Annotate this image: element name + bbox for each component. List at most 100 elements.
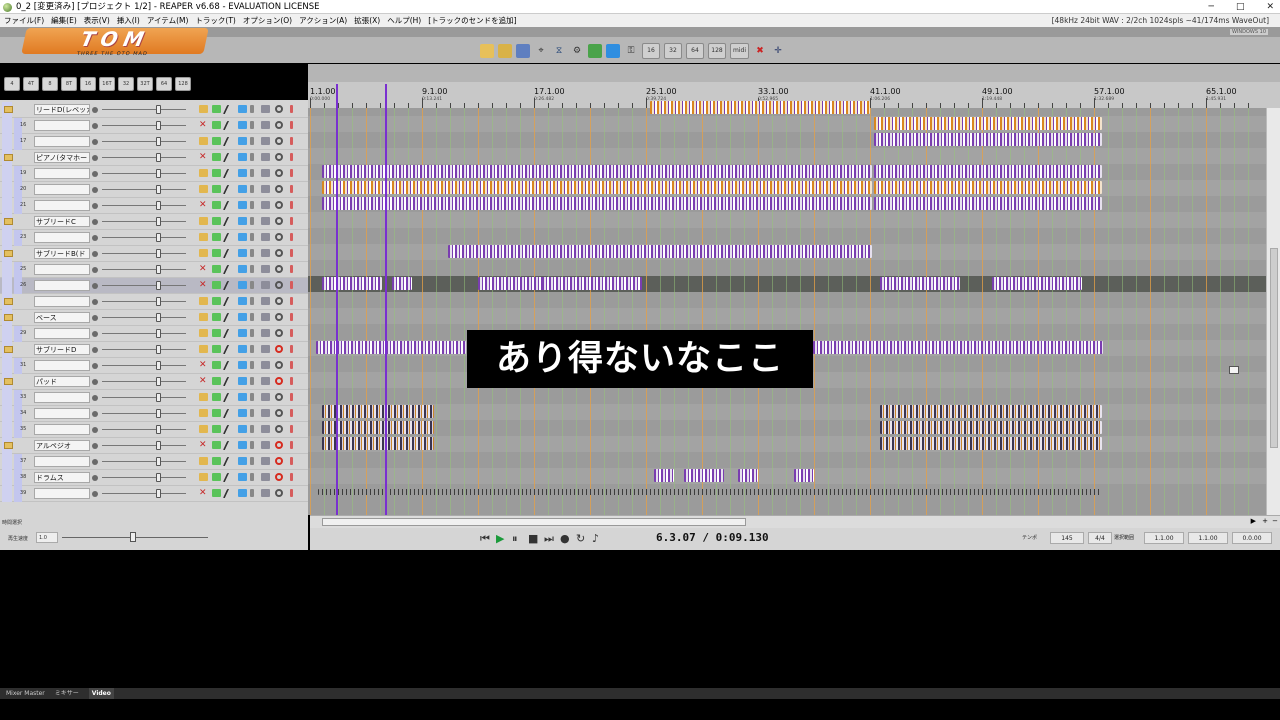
- track-row[interactable]: 31 ✕: [0, 358, 308, 374]
- envelope-icon[interactable]: [222, 409, 236, 418]
- selection-end[interactable]: 1.1.00: [1188, 532, 1228, 544]
- envelope-icon[interactable]: [222, 489, 236, 498]
- fx-icon[interactable]: [212, 153, 221, 161]
- route-icon[interactable]: [261, 153, 270, 161]
- route-icon[interactable]: [261, 233, 270, 241]
- track-row[interactable]: 35: [0, 422, 308, 438]
- track-name-field[interactable]: [34, 392, 90, 403]
- fx-icon[interactable]: [212, 217, 221, 225]
- track-row[interactable]: ピアノ(タマホー ✕: [0, 150, 308, 166]
- record-arm-icon[interactable]: [275, 457, 283, 465]
- record-arm-icon[interactable]: [275, 297, 283, 305]
- track-name-field[interactable]: アルペジオ: [34, 440, 90, 451]
- grid-division-button[interactable]: 16: [80, 77, 96, 91]
- route-icon[interactable]: [261, 249, 270, 257]
- envelope-icon[interactable]: [222, 361, 236, 370]
- metronome-toggle-icon[interactable]: ♪: [592, 532, 599, 545]
- record-arm-icon[interactable]: [275, 441, 283, 449]
- pan-knob[interactable]: [92, 475, 98, 481]
- volume-fader-thumb[interactable]: [156, 489, 161, 498]
- midi-button[interactable]: midi: [730, 43, 749, 59]
- grid-64-button[interactable]: 64: [686, 43, 704, 59]
- record-arm-icon[interactable]: [275, 473, 283, 481]
- volume-fader-thumb[interactable]: [156, 249, 161, 258]
- fx-icon[interactable]: [212, 489, 221, 497]
- io-icon[interactable]: [238, 489, 247, 497]
- media-item[interactable]: [874, 181, 1102, 194]
- route-icon[interactable]: [261, 265, 270, 273]
- io-icon[interactable]: [238, 313, 247, 321]
- lock-icon[interactable]: ⚿: [624, 44, 638, 58]
- fx-icon[interactable]: [212, 233, 221, 241]
- envelope-icon[interactable]: [222, 393, 236, 402]
- volume-fader-thumb[interactable]: [156, 105, 161, 114]
- io-icon[interactable]: [238, 233, 247, 241]
- route-icon[interactable]: [261, 441, 270, 449]
- io-icon[interactable]: [238, 185, 247, 193]
- volume-fader[interactable]: [102, 381, 186, 382]
- menu-options[interactable]: オプション(O): [243, 14, 292, 27]
- record-arm-icon[interactable]: [275, 377, 283, 385]
- folder-icon[interactable]: [4, 250, 13, 257]
- route-icon[interactable]: [261, 201, 270, 209]
- fx-icon[interactable]: [212, 377, 221, 385]
- volume-fader[interactable]: [102, 333, 186, 334]
- repeat-icon[interactable]: ↻: [576, 532, 585, 545]
- volume-fader[interactable]: [102, 349, 186, 350]
- pan-knob[interactable]: [92, 139, 98, 145]
- track-name-field[interactable]: [34, 168, 90, 179]
- record-arm-icon[interactable]: [275, 489, 283, 497]
- delete-icon[interactable]: ✖: [753, 44, 767, 58]
- volume-fader[interactable]: [102, 157, 186, 158]
- fx-bypass-icon[interactable]: ✕: [199, 489, 208, 498]
- media-item[interactable]: [684, 469, 724, 482]
- open-project-icon[interactable]: [498, 44, 512, 58]
- folder-route-icon[interactable]: [199, 457, 208, 465]
- envelope-icon[interactable]: [222, 105, 236, 114]
- track-row[interactable]: リードD(レベッカ: [0, 102, 308, 118]
- fx-icon[interactable]: [212, 425, 221, 433]
- media-item[interactable]: [880, 277, 960, 290]
- phase-icon[interactable]: [290, 121, 293, 129]
- volume-fader[interactable]: [102, 445, 186, 446]
- pan-knob[interactable]: [92, 203, 98, 209]
- fx-icon[interactable]: [212, 249, 221, 257]
- menu-edit[interactable]: 編集(E): [51, 14, 77, 27]
- volume-fader-thumb[interactable]: [156, 345, 161, 354]
- folder-icon[interactable]: [4, 298, 13, 305]
- track-name-field[interactable]: ベース: [34, 312, 90, 323]
- route-icon[interactable]: [261, 409, 270, 417]
- route-icon[interactable]: [261, 121, 270, 129]
- io-icon[interactable]: [238, 121, 247, 129]
- track-row[interactable]: サブリードC: [0, 214, 308, 230]
- menu-item[interactable]: アイテム(M): [147, 14, 189, 27]
- pan-knob[interactable]: [92, 443, 98, 449]
- io-icon[interactable]: [238, 425, 247, 433]
- pan-knob[interactable]: [92, 459, 98, 465]
- folder-route-icon[interactable]: [199, 297, 208, 305]
- media-item[interactable]: [448, 245, 872, 258]
- track-name-field[interactable]: [34, 328, 90, 339]
- envelope-icon[interactable]: [222, 297, 236, 306]
- io-icon[interactable]: [238, 457, 247, 465]
- record-arm-icon[interactable]: [275, 121, 283, 129]
- phase-icon[interactable]: [290, 201, 293, 209]
- track-row[interactable]: 20: [0, 182, 308, 198]
- pan-knob[interactable]: [92, 363, 98, 369]
- track-name-field[interactable]: [34, 456, 90, 467]
- record-arm-icon[interactable]: [275, 169, 283, 177]
- fx-icon[interactable]: [212, 409, 221, 417]
- media-item[interactable]: [874, 165, 1102, 178]
- record-arm-icon[interactable]: [275, 137, 283, 145]
- volume-fader-thumb[interactable]: [156, 217, 161, 226]
- phase-icon[interactable]: [290, 249, 293, 257]
- track-name-field[interactable]: [34, 136, 90, 147]
- route-icon[interactable]: [261, 185, 270, 193]
- phase-icon[interactable]: [290, 457, 293, 465]
- track-name-field[interactable]: [34, 408, 90, 419]
- media-item[interactable]: [542, 277, 642, 290]
- volume-fader-thumb[interactable]: [156, 409, 161, 418]
- grid-16-button[interactable]: 16: [642, 43, 660, 59]
- bpm-input[interactable]: 145: [1050, 532, 1084, 544]
- record-arm-icon[interactable]: [275, 329, 283, 337]
